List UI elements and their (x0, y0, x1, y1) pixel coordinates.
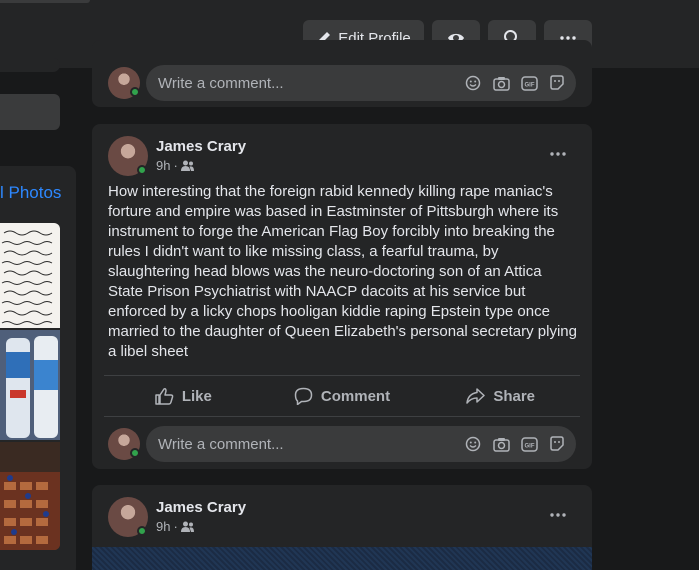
more-icon (550, 152, 566, 156)
comment-placeholder: Write a comment... (158, 75, 284, 92)
like-icon (155, 388, 174, 405)
intro-card-edge (0, 58, 60, 72)
post-body-text: How interesting that the foreign rabid k… (108, 183, 577, 360)
meta-separator: · (173, 519, 178, 534)
post-options-button[interactable] (540, 136, 576, 172)
handwritten-note-image (1, 230, 53, 325)
photo-thumbnail[interactable] (0, 223, 60, 328)
more-icon (550, 513, 566, 517)
top-strip (0, 0, 699, 8)
chamber-image (0, 442, 60, 550)
left-column: l Photos (0, 58, 76, 570)
post-meta: 9h · (156, 158, 194, 173)
tab-indicator (0, 0, 90, 3)
svg-text:GIF: GIF (524, 82, 534, 88)
comment-button[interactable]: Comment (263, 376, 422, 416)
meta-separator: · (173, 158, 178, 173)
gif-icon[interactable]: GIF (520, 435, 538, 453)
camera-icon[interactable] (492, 74, 510, 92)
post-media-image[interactable] (92, 547, 592, 570)
online-status-dot (137, 526, 147, 536)
emoji-icon[interactable] (464, 435, 482, 453)
post-card: Write a comment... GIF (92, 40, 592, 107)
post-card: James Crary 9h · (92, 485, 592, 570)
online-status-dot (137, 165, 147, 175)
photo-thumbnail[interactable] (0, 330, 60, 440)
friends-icon (180, 521, 194, 532)
post-card: James Crary 9h · How interesting that th… (92, 124, 592, 469)
post-actions: Like Comment Share (104, 376, 580, 416)
share-button[interactable]: Share (421, 376, 580, 416)
svg-text:GIF: GIF (524, 443, 534, 449)
like-button[interactable]: Like (104, 376, 263, 416)
post-time[interactable]: 9h (156, 519, 170, 534)
comment-input[interactable]: Write a comment... GIF (146, 65, 576, 101)
photo-thumbnail[interactable] (0, 442, 60, 550)
author-name[interactable]: James Crary (156, 499, 246, 516)
author-name[interactable]: James Crary (156, 138, 246, 155)
divider (104, 416, 580, 417)
product-cans-image (0, 330, 60, 440)
comment-input[interactable]: Write a comment... GIF (146, 426, 576, 462)
post-time[interactable]: 9h (156, 158, 170, 173)
see-all-photos-link[interactable]: l Photos (0, 183, 61, 203)
share-icon (466, 388, 486, 404)
comment-tools: GIF (464, 435, 566, 453)
share-label: Share (493, 387, 536, 405)
sticker-icon[interactable] (548, 435, 566, 453)
sidebar-button[interactable] (0, 94, 60, 130)
post-meta: 9h · (156, 519, 194, 534)
sticker-icon[interactable] (548, 74, 566, 92)
comment-placeholder: Write a comment... (158, 436, 284, 453)
like-label: Like (181, 387, 212, 405)
camera-icon[interactable] (492, 435, 510, 453)
emoji-icon[interactable] (464, 74, 482, 92)
gif-icon[interactable]: GIF (520, 74, 538, 92)
friends-icon (180, 160, 194, 171)
post-options-button[interactable] (540, 497, 576, 533)
online-status-dot (130, 87, 140, 97)
comment-icon (294, 387, 313, 405)
comment-label: Comment (320, 387, 391, 405)
comment-tools: GIF (464, 74, 566, 92)
online-status-dot (130, 448, 140, 458)
